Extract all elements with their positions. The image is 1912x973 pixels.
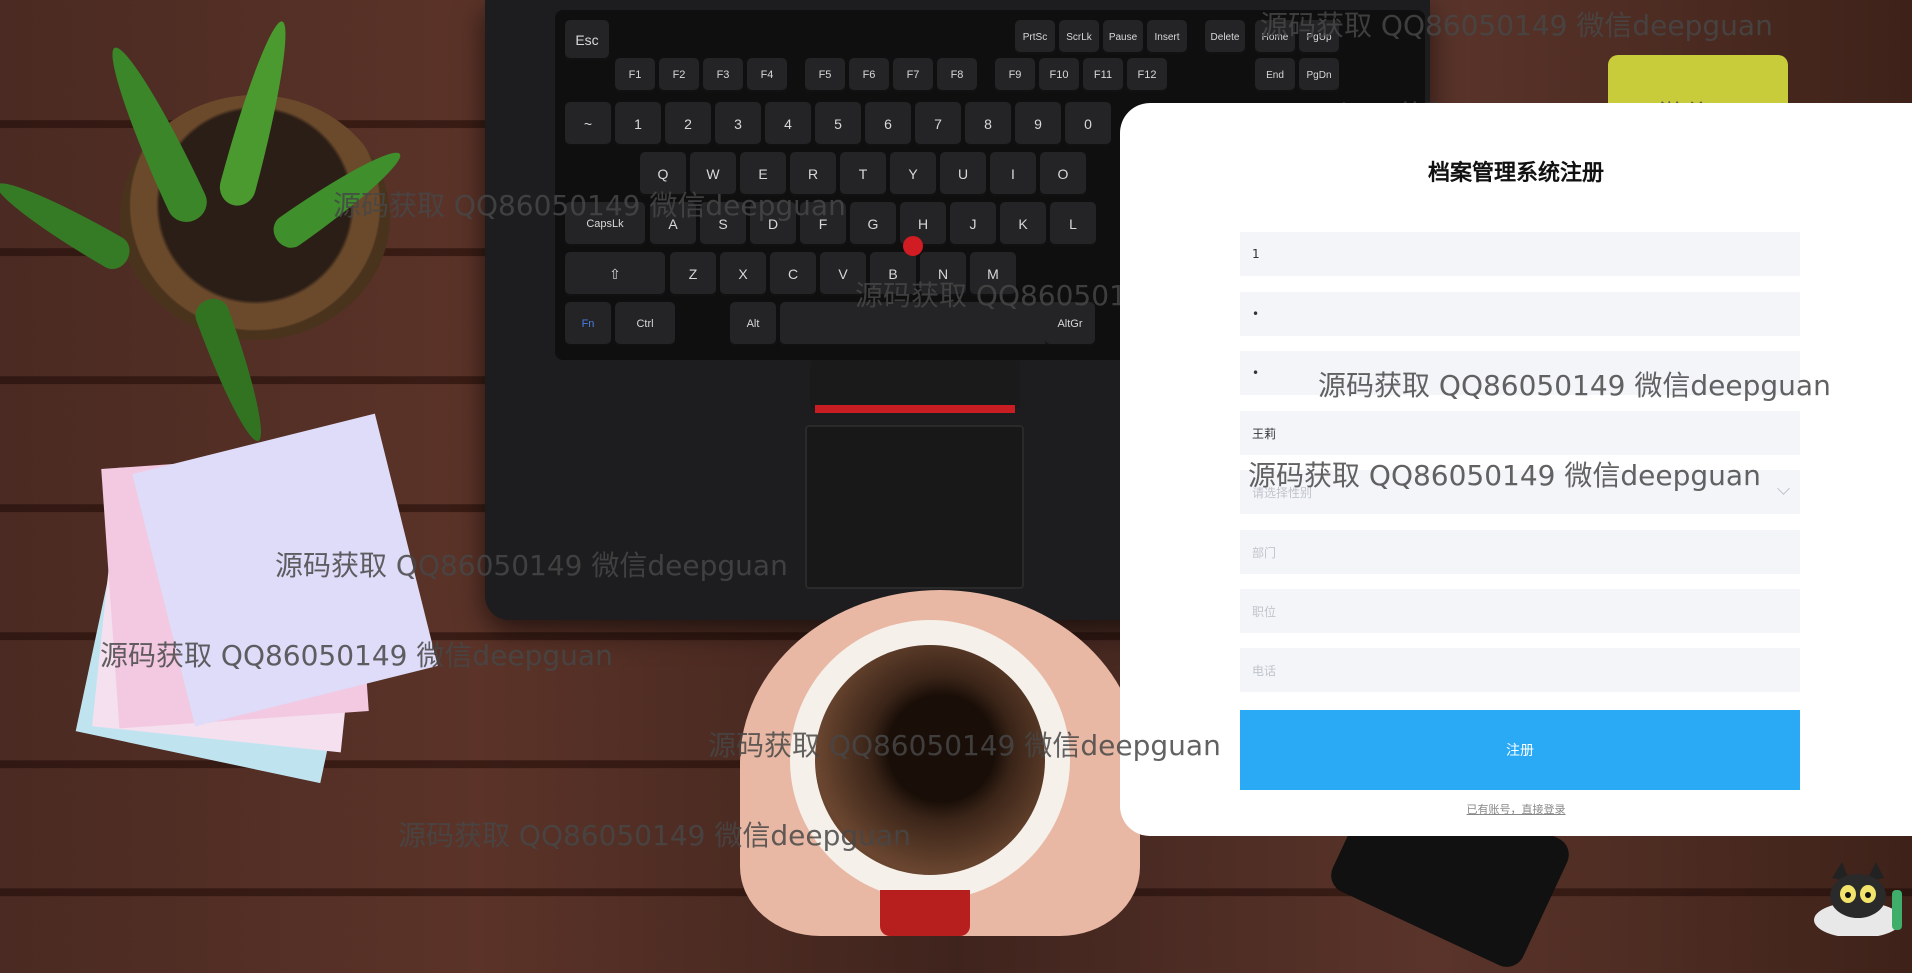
trackpoint (903, 236, 923, 256)
watermark: 源码获取 QQ86050149 微信deepguan (1260, 9, 1773, 42)
key: Y (890, 152, 936, 196)
key: F10 (1039, 58, 1079, 92)
key: I (990, 152, 1036, 196)
watermark: 源码获取 QQ86050149 微信deepguan (100, 639, 613, 672)
watermark: 源码获取 QQ86050149 微信deepguan (708, 729, 1221, 762)
key: F9 (995, 58, 1035, 92)
key: F7 (893, 58, 933, 92)
key: Alt (730, 302, 776, 346)
key: T (840, 152, 886, 196)
confirm-password-value: • (1252, 366, 1260, 380)
watermark: 源码获取 QQ86050149 微信deepguan (398, 819, 911, 852)
key: 5 (815, 102, 861, 146)
key: 3 (715, 102, 761, 146)
key: F6 (849, 58, 889, 92)
key: F2 (659, 58, 699, 92)
key: PrtSc (1015, 20, 1055, 54)
key: Ctrl (615, 302, 675, 346)
key: PgDn (1299, 58, 1339, 92)
department-placeholder: 部门 (1252, 545, 1277, 560)
plant-leaf (0, 170, 136, 275)
watermark: 源码获取 QQ86050149 微信deepguan (1248, 459, 1761, 492)
key: 4 (765, 102, 811, 146)
register-button[interactable]: 注册 (1240, 710, 1800, 790)
key: J (950, 202, 996, 246)
key: 0 (1065, 102, 1111, 146)
key: F3 (703, 58, 743, 92)
key: F4 (747, 58, 787, 92)
key: F8 (937, 58, 977, 92)
key: C (770, 252, 816, 296)
touchpad-bar (815, 405, 1015, 413)
key: F5 (805, 58, 845, 92)
key: Z (670, 252, 716, 296)
phone-placeholder: 电话 (1252, 663, 1277, 678)
key: F12 (1127, 58, 1167, 92)
password-value: • (1252, 307, 1260, 321)
key: X (720, 252, 766, 296)
key: ScrLk (1059, 20, 1099, 54)
key: F11 (1083, 58, 1123, 92)
real-name-value: 王莉 (1252, 426, 1277, 441)
key: Fn (565, 302, 611, 346)
key: Esc (565, 20, 609, 60)
touchpad-buttons (810, 360, 1020, 408)
key: K (1000, 202, 1046, 246)
key: End (1255, 58, 1295, 92)
key: ~ (565, 102, 611, 146)
watermark: 源码获取 QQ86050149 微信deepguan (333, 189, 846, 222)
login-link[interactable]: 已有账号，直接登录 (1120, 801, 1912, 817)
key: 8 (965, 102, 1011, 146)
watermark: 源码获取 QQ86050149 微信deepguan (1318, 369, 1831, 402)
key: Delete (1205, 20, 1245, 54)
chevron-down-icon (1777, 482, 1790, 495)
position-field[interactable]: 职位 (1240, 589, 1800, 633)
phone-field[interactable]: 电话 (1240, 648, 1800, 692)
cup-base (880, 890, 970, 936)
touchpad (805, 425, 1024, 589)
page-title: 档案管理系统注册 (1427, 161, 1604, 186)
key: U (940, 152, 986, 196)
department-field[interactable]: 部门 (1240, 530, 1800, 574)
username-value: 1 (1252, 247, 1260, 261)
password-field[interactable]: • (1240, 292, 1800, 336)
key: 9 (1015, 102, 1061, 146)
mascot-avatar (1814, 862, 1902, 936)
watermark: 源码获取 QQ86050149 微信deepguan (275, 549, 788, 582)
key: O (1040, 152, 1086, 196)
key: 6 (865, 102, 911, 146)
key: 2 (665, 102, 711, 146)
real-name-field[interactable]: 王莉 (1240, 411, 1800, 455)
key: ⇧ (565, 252, 665, 296)
key: G (850, 202, 896, 246)
key: F1 (615, 58, 655, 92)
key: L (1050, 202, 1096, 246)
key: Pause (1103, 20, 1143, 54)
key: Insert (1147, 20, 1187, 54)
key: 1 (615, 102, 661, 146)
position-placeholder: 职位 (1252, 604, 1277, 619)
username-field[interactable]: 1 (1240, 232, 1800, 276)
key: 7 (915, 102, 961, 146)
